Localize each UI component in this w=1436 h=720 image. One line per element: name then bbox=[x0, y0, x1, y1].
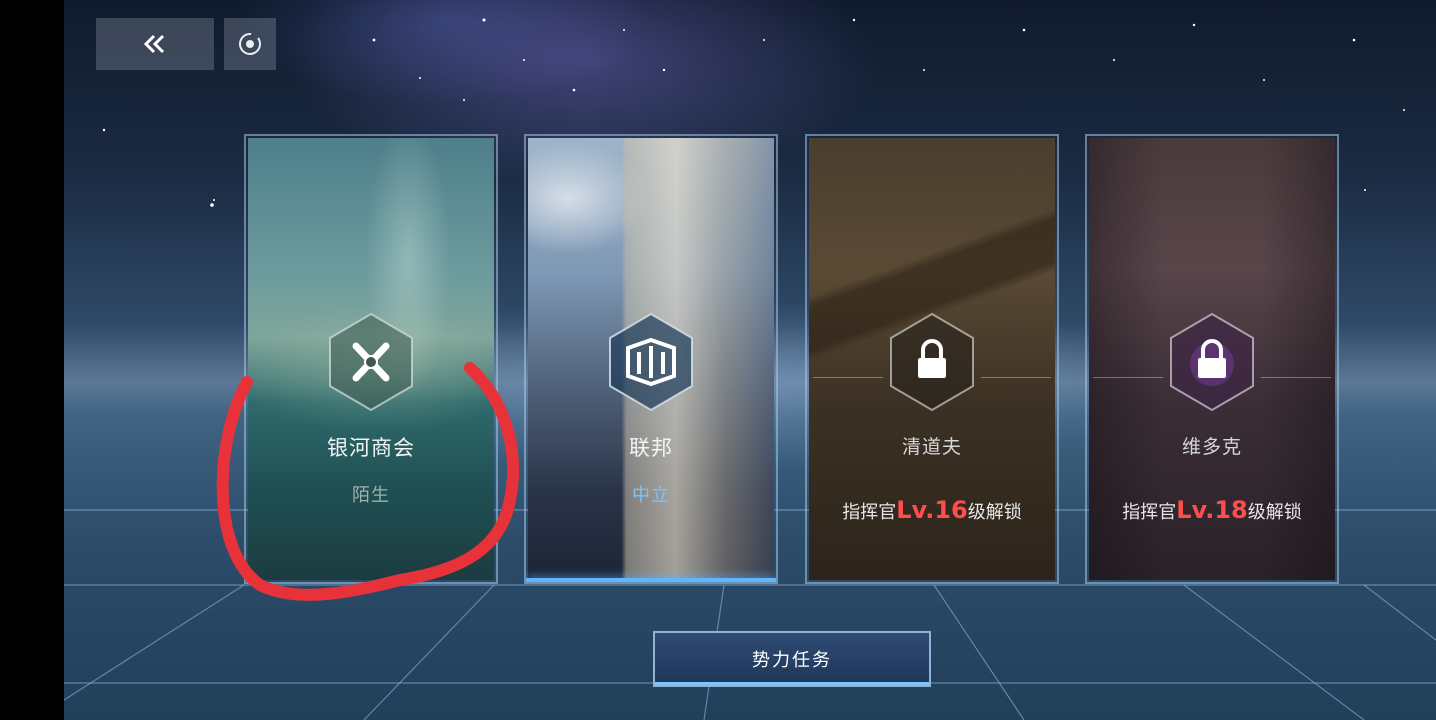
unlock-suffix: 级解锁 bbox=[967, 502, 1022, 523]
faction-name: 维多克 bbox=[1181, 436, 1242, 458]
unlock-prefix: 指挥官 bbox=[1122, 502, 1177, 523]
faction-status: 中立 bbox=[632, 485, 670, 506]
back-button[interactable] bbox=[96, 18, 214, 70]
faction-card-vidoc[interactable]: 维多克 指挥官Lv.18级解锁 bbox=[1085, 134, 1339, 584]
galactic-chamber-emblem-icon bbox=[329, 312, 413, 412]
faction-task-button[interactable]: 势力任务 bbox=[653, 631, 931, 687]
faction-name: 银河商会 bbox=[327, 436, 415, 460]
faction-name: 清道夫 bbox=[901, 436, 962, 458]
divider-line bbox=[813, 377, 883, 378]
federation-emblem-icon bbox=[609, 312, 693, 412]
divider-line bbox=[1261, 377, 1331, 378]
unlock-level: Lv.18 bbox=[1176, 496, 1248, 524]
faction-card-galactic-chamber[interactable]: 银河商会 陌生 bbox=[244, 134, 498, 584]
unlock-requirement: 指挥官Lv.16级解锁 bbox=[807, 496, 1057, 524]
unlock-requirement: 指挥官Lv.18级解锁 bbox=[1087, 496, 1337, 524]
target-circle-icon bbox=[239, 33, 261, 55]
faction-card-scavengers[interactable]: 清道夫 指挥官Lv.16级解锁 bbox=[805, 134, 1059, 584]
divider-line bbox=[1093, 377, 1163, 378]
faction-status: 陌生 bbox=[352, 485, 390, 506]
faction-name: 联邦 bbox=[629, 436, 673, 460]
lock-icon bbox=[890, 312, 974, 412]
faction-card-federation[interactable]: 联邦 中立 bbox=[524, 134, 778, 584]
unlock-level: Lv.16 bbox=[896, 496, 968, 524]
lock-icon bbox=[1170, 312, 1254, 412]
unlock-suffix: 级解锁 bbox=[1247, 502, 1302, 523]
target-button[interactable] bbox=[224, 18, 276, 70]
divider-line bbox=[981, 377, 1051, 378]
double-chevron-left-icon bbox=[143, 34, 165, 54]
left-black-bar bbox=[0, 0, 64, 720]
unlock-prefix: 指挥官 bbox=[842, 502, 897, 523]
